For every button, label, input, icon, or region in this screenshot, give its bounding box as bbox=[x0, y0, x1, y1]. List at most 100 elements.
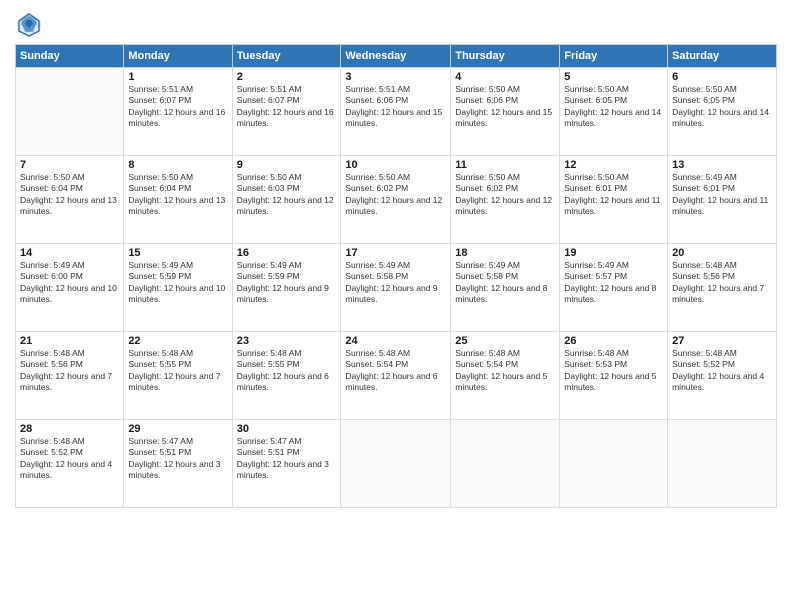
day-number: 7 bbox=[20, 159, 119, 171]
day-info: Sunrise: 5:48 AM Sunset: 5:55 PM Dayligh… bbox=[128, 348, 227, 394]
day-info: Sunrise: 5:47 AM Sunset: 5:51 PM Dayligh… bbox=[128, 436, 227, 482]
day-info: Sunrise: 5:48 AM Sunset: 5:54 PM Dayligh… bbox=[345, 348, 446, 394]
day-number: 8 bbox=[128, 159, 227, 171]
day-cell: 22Sunrise: 5:48 AM Sunset: 5:55 PM Dayli… bbox=[124, 332, 232, 420]
day-cell: 18Sunrise: 5:49 AM Sunset: 5:58 PM Dayli… bbox=[451, 244, 560, 332]
day-cell: 12Sunrise: 5:50 AM Sunset: 6:01 PM Dayli… bbox=[560, 156, 668, 244]
weekday-header-saturday: Saturday bbox=[668, 45, 777, 68]
day-cell: 19Sunrise: 5:49 AM Sunset: 5:57 PM Dayli… bbox=[560, 244, 668, 332]
week-row-4: 21Sunrise: 5:48 AM Sunset: 5:56 PM Dayli… bbox=[16, 332, 777, 420]
day-cell: 29Sunrise: 5:47 AM Sunset: 5:51 PM Dayli… bbox=[124, 420, 232, 508]
day-cell: 3Sunrise: 5:51 AM Sunset: 6:06 PM Daylig… bbox=[341, 68, 451, 156]
day-info: Sunrise: 5:50 AM Sunset: 6:02 PM Dayligh… bbox=[345, 172, 446, 218]
day-number: 14 bbox=[20, 247, 119, 259]
day-info: Sunrise: 5:50 AM Sunset: 6:05 PM Dayligh… bbox=[564, 84, 663, 130]
day-info: Sunrise: 5:49 AM Sunset: 6:00 PM Dayligh… bbox=[20, 260, 119, 306]
day-cell: 15Sunrise: 5:49 AM Sunset: 5:59 PM Dayli… bbox=[124, 244, 232, 332]
header bbox=[15, 10, 777, 38]
day-cell: 16Sunrise: 5:49 AM Sunset: 5:59 PM Dayli… bbox=[232, 244, 341, 332]
day-info: Sunrise: 5:50 AM Sunset: 6:06 PM Dayligh… bbox=[455, 84, 555, 130]
day-info: Sunrise: 5:48 AM Sunset: 5:55 PM Dayligh… bbox=[237, 348, 337, 394]
day-number: 3 bbox=[345, 71, 446, 83]
weekday-header-thursday: Thursday bbox=[451, 45, 560, 68]
day-info: Sunrise: 5:49 AM Sunset: 5:59 PM Dayligh… bbox=[128, 260, 227, 306]
day-number: 18 bbox=[455, 247, 555, 259]
logo-icon bbox=[15, 10, 43, 38]
day-cell bbox=[668, 420, 777, 508]
day-number: 6 bbox=[672, 71, 772, 83]
day-number: 12 bbox=[564, 159, 663, 171]
day-number: 27 bbox=[672, 335, 772, 347]
day-cell: 13Sunrise: 5:49 AM Sunset: 6:01 PM Dayli… bbox=[668, 156, 777, 244]
day-number: 5 bbox=[564, 71, 663, 83]
day-cell: 17Sunrise: 5:49 AM Sunset: 5:58 PM Dayli… bbox=[341, 244, 451, 332]
weekday-header-tuesday: Tuesday bbox=[232, 45, 341, 68]
day-info: Sunrise: 5:48 AM Sunset: 5:54 PM Dayligh… bbox=[455, 348, 555, 394]
day-number: 11 bbox=[455, 159, 555, 171]
day-number: 13 bbox=[672, 159, 772, 171]
day-number: 22 bbox=[128, 335, 227, 347]
day-number: 26 bbox=[564, 335, 663, 347]
day-info: Sunrise: 5:48 AM Sunset: 5:52 PM Dayligh… bbox=[672, 348, 772, 394]
day-cell: 8Sunrise: 5:50 AM Sunset: 6:04 PM Daylig… bbox=[124, 156, 232, 244]
day-cell: 11Sunrise: 5:50 AM Sunset: 6:02 PM Dayli… bbox=[451, 156, 560, 244]
day-cell: 9Sunrise: 5:50 AM Sunset: 6:03 PM Daylig… bbox=[232, 156, 341, 244]
day-cell: 1Sunrise: 5:51 AM Sunset: 6:07 PM Daylig… bbox=[124, 68, 232, 156]
day-number: 15 bbox=[128, 247, 227, 259]
day-info: Sunrise: 5:49 AM Sunset: 5:57 PM Dayligh… bbox=[564, 260, 663, 306]
page: SundayMondayTuesdayWednesdayThursdayFrid… bbox=[0, 0, 792, 612]
day-info: Sunrise: 5:48 AM Sunset: 5:53 PM Dayligh… bbox=[564, 348, 663, 394]
day-cell: 6Sunrise: 5:50 AM Sunset: 6:05 PM Daylig… bbox=[668, 68, 777, 156]
day-info: Sunrise: 5:50 AM Sunset: 6:01 PM Dayligh… bbox=[564, 172, 663, 218]
day-info: Sunrise: 5:49 AM Sunset: 6:01 PM Dayligh… bbox=[672, 172, 772, 218]
day-info: Sunrise: 5:51 AM Sunset: 6:07 PM Dayligh… bbox=[128, 84, 227, 130]
day-cell: 27Sunrise: 5:48 AM Sunset: 5:52 PM Dayli… bbox=[668, 332, 777, 420]
week-row-2: 7Sunrise: 5:50 AM Sunset: 6:04 PM Daylig… bbox=[16, 156, 777, 244]
weekday-header-monday: Monday bbox=[124, 45, 232, 68]
day-info: Sunrise: 5:49 AM Sunset: 5:58 PM Dayligh… bbox=[345, 260, 446, 306]
day-number: 10 bbox=[345, 159, 446, 171]
day-number: 28 bbox=[20, 423, 119, 435]
day-cell: 30Sunrise: 5:47 AM Sunset: 5:51 PM Dayli… bbox=[232, 420, 341, 508]
day-cell: 28Sunrise: 5:48 AM Sunset: 5:52 PM Dayli… bbox=[16, 420, 124, 508]
day-info: Sunrise: 5:50 AM Sunset: 6:05 PM Dayligh… bbox=[672, 84, 772, 130]
calendar: SundayMondayTuesdayWednesdayThursdayFrid… bbox=[15, 44, 777, 508]
day-info: Sunrise: 5:51 AM Sunset: 6:06 PM Dayligh… bbox=[345, 84, 446, 130]
day-info: Sunrise: 5:49 AM Sunset: 5:59 PM Dayligh… bbox=[237, 260, 337, 306]
day-number: 16 bbox=[237, 247, 337, 259]
day-cell: 21Sunrise: 5:48 AM Sunset: 5:56 PM Dayli… bbox=[16, 332, 124, 420]
weekday-header-row: SundayMondayTuesdayWednesdayThursdayFrid… bbox=[16, 45, 777, 68]
week-row-5: 28Sunrise: 5:48 AM Sunset: 5:52 PM Dayli… bbox=[16, 420, 777, 508]
day-cell: 24Sunrise: 5:48 AM Sunset: 5:54 PM Dayli… bbox=[341, 332, 451, 420]
day-number: 30 bbox=[237, 423, 337, 435]
day-cell: 20Sunrise: 5:48 AM Sunset: 5:56 PM Dayli… bbox=[668, 244, 777, 332]
day-cell bbox=[560, 420, 668, 508]
week-row-1: 1Sunrise: 5:51 AM Sunset: 6:07 PM Daylig… bbox=[16, 68, 777, 156]
day-info: Sunrise: 5:48 AM Sunset: 5:56 PM Dayligh… bbox=[20, 348, 119, 394]
day-info: Sunrise: 5:47 AM Sunset: 5:51 PM Dayligh… bbox=[237, 436, 337, 482]
day-number: 17 bbox=[345, 247, 446, 259]
day-info: Sunrise: 5:51 AM Sunset: 6:07 PM Dayligh… bbox=[237, 84, 337, 130]
day-number: 24 bbox=[345, 335, 446, 347]
day-info: Sunrise: 5:50 AM Sunset: 6:04 PM Dayligh… bbox=[20, 172, 119, 218]
weekday-header-wednesday: Wednesday bbox=[341, 45, 451, 68]
day-cell bbox=[341, 420, 451, 508]
weekday-header-friday: Friday bbox=[560, 45, 668, 68]
day-cell: 2Sunrise: 5:51 AM Sunset: 6:07 PM Daylig… bbox=[232, 68, 341, 156]
day-number: 20 bbox=[672, 247, 772, 259]
day-info: Sunrise: 5:50 AM Sunset: 6:02 PM Dayligh… bbox=[455, 172, 555, 218]
day-cell: 5Sunrise: 5:50 AM Sunset: 6:05 PM Daylig… bbox=[560, 68, 668, 156]
day-number: 4 bbox=[455, 71, 555, 83]
day-info: Sunrise: 5:50 AM Sunset: 6:03 PM Dayligh… bbox=[237, 172, 337, 218]
day-cell bbox=[16, 68, 124, 156]
weekday-header-sunday: Sunday bbox=[16, 45, 124, 68]
day-cell: 25Sunrise: 5:48 AM Sunset: 5:54 PM Dayli… bbox=[451, 332, 560, 420]
day-info: Sunrise: 5:50 AM Sunset: 6:04 PM Dayligh… bbox=[128, 172, 227, 218]
day-number: 23 bbox=[237, 335, 337, 347]
day-cell: 14Sunrise: 5:49 AM Sunset: 6:00 PM Dayli… bbox=[16, 244, 124, 332]
day-info: Sunrise: 5:49 AM Sunset: 5:58 PM Dayligh… bbox=[455, 260, 555, 306]
day-cell: 23Sunrise: 5:48 AM Sunset: 5:55 PM Dayli… bbox=[232, 332, 341, 420]
day-number: 21 bbox=[20, 335, 119, 347]
day-number: 25 bbox=[455, 335, 555, 347]
week-row-3: 14Sunrise: 5:49 AM Sunset: 6:00 PM Dayli… bbox=[16, 244, 777, 332]
